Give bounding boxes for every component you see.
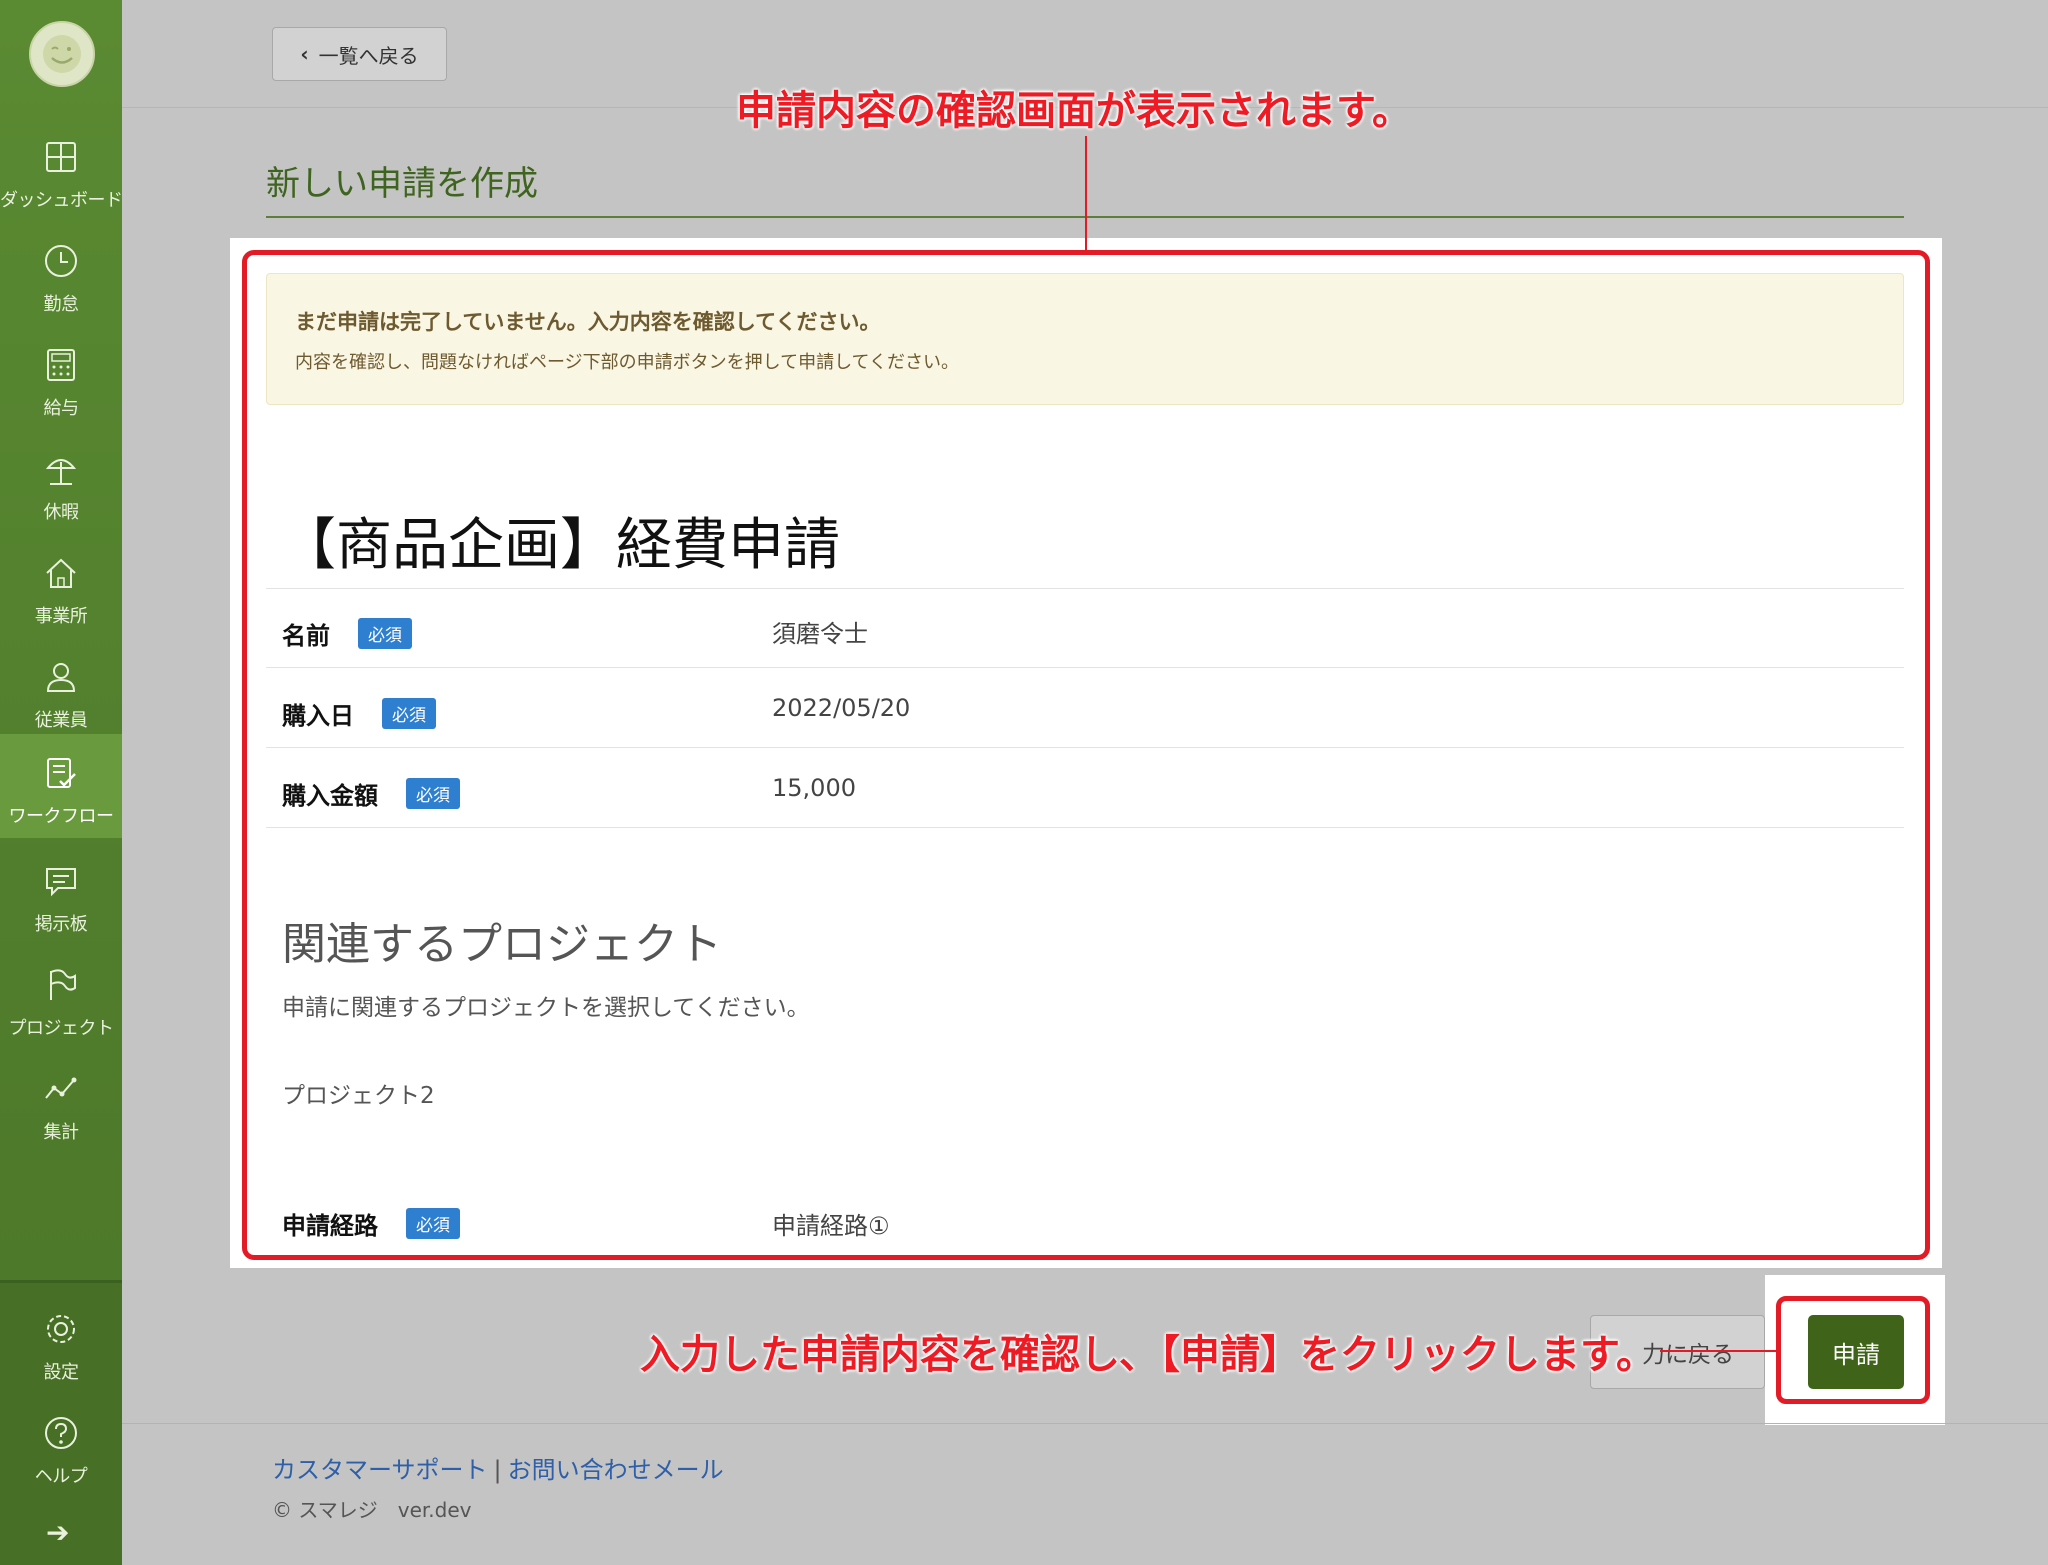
- footer-copyright: © スマレジ ver.dev: [272, 1498, 472, 1522]
- sidebar-item-label: 勤怠: [43, 294, 80, 315]
- sidebar-item-dashboard[interactable]: ダッシュボード: [0, 118, 123, 222]
- annotation-bottom: 入力した申請内容を確認し､【申請】をクリックします。: [640, 1332, 1656, 1378]
- annotation-connector-line: [1085, 136, 1087, 250]
- dashboard-icon: [46, 142, 76, 172]
- sidebar-item-label: 従業員: [34, 710, 88, 731]
- sidebar-item-help[interactable]: ヘルプ: [0, 1394, 122, 1498]
- sidebar-item-office[interactable]: 事業所: [0, 534, 122, 638]
- back-to-list-button[interactable]: ‹ 一覧へ戻る: [272, 27, 447, 81]
- sidebar-item-label: プロジェクト: [8, 1018, 115, 1039]
- calculator-icon: [47, 349, 75, 381]
- submit-highlight-frame: [1776, 1296, 1930, 1404]
- sidebar-item-label: 事業所: [34, 606, 88, 627]
- message-board-icon: [46, 868, 76, 897]
- sidebar-item-vacation[interactable]: 休暇: [0, 430, 122, 534]
- sidebar-item-label: 設定: [43, 1362, 80, 1383]
- chevron-left-icon: ‹: [300, 42, 309, 66]
- person-icon: [46, 663, 76, 692]
- user-avatar[interactable]: [29, 21, 95, 87]
- sidebar-item-label: ワークフロー: [8, 806, 115, 827]
- sidebar-item-bulletin[interactable]: 掲示板: [0, 842, 122, 946]
- home-icon: [46, 558, 76, 588]
- beach-umbrella-icon: [45, 459, 77, 485]
- sidebar-item-workflow[interactable]: ワークフロー: [0, 734, 122, 838]
- sidebar-item-label: 集計: [43, 1122, 80, 1143]
- smiley-icon: [43, 35, 81, 73]
- highlight-frame: [242, 250, 1930, 1260]
- expand-sidebar-arrow-icon[interactable]: ➔: [46, 1516, 69, 1549]
- sidebar-item-label: 給与: [43, 398, 80, 419]
- footer-links: カスタマーサポート | お問い合わせメール: [272, 1450, 724, 1485]
- page-title: 新しい申請を作成: [266, 164, 538, 204]
- gear-icon: [47, 1315, 75, 1343]
- sidebar-item-settings[interactable]: 設定: [0, 1290, 122, 1394]
- back-to-list-label: 一覧へ戻る: [318, 43, 419, 68]
- contact-mail-link[interactable]: お問い合わせメール: [508, 1456, 724, 1484]
- sidebar-item-label: 休暇: [43, 502, 80, 523]
- sidebar-item-payroll[interactable]: 給与: [0, 326, 122, 430]
- footer: カスタマーサポート | お問い合わせメール © スマレジ ver.dev: [122, 1423, 2048, 1565]
- sidebar-item-label: ダッシュボード: [0, 190, 123, 211]
- line-chart-icon: [45, 1077, 77, 1099]
- sidebar-item-reports[interactable]: 集計: [0, 1050, 122, 1154]
- clock-icon: [45, 245, 77, 277]
- sidebar-item-attendance[interactable]: 勤怠: [0, 222, 122, 326]
- annotation-connector-line: [1660, 1350, 1776, 1352]
- sidebar-item-label: ヘルプ: [34, 1466, 88, 1487]
- footer-separator: |: [493, 1456, 502, 1484]
- workflow-icon: [47, 758, 76, 788]
- help-icon: [45, 1417, 77, 1449]
- customer-support-link[interactable]: カスタマーサポート: [272, 1456, 488, 1484]
- annotation-top: 申請内容の確認画面が表示されます。: [736, 88, 1412, 134]
- sidebar-item-project[interactable]: プロジェクト: [0, 946, 122, 1050]
- sidebar-item-employees[interactable]: 従業員: [0, 638, 122, 742]
- sidebar: ダッシュボード 勤怠 給与 休暇 事業所 従業員 ワークフロー 掲示板 プロジェ…: [0, 0, 123, 1565]
- flag-icon: [50, 969, 76, 1000]
- sidebar-item-label: 掲示板: [34, 914, 88, 935]
